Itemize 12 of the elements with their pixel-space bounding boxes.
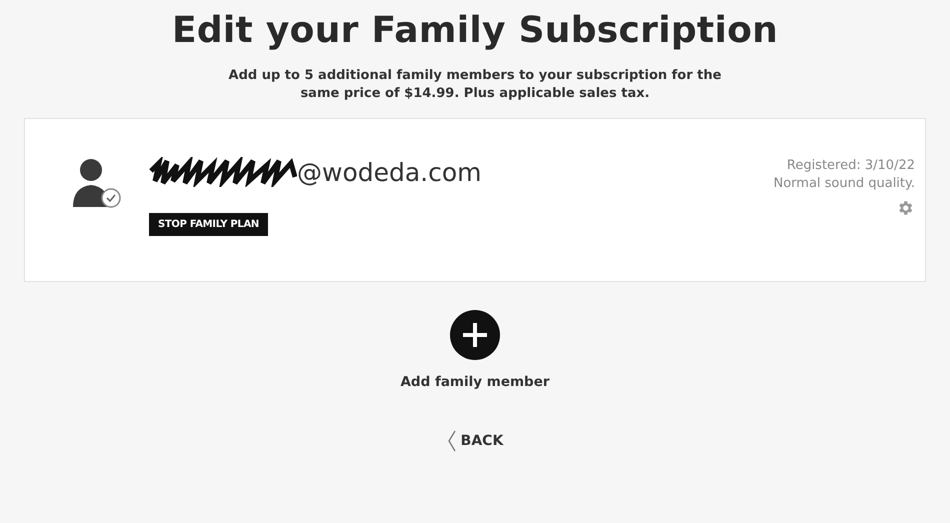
add-member-button[interactable] bbox=[450, 310, 500, 360]
page-title: Edit your Family Subscription bbox=[172, 10, 778, 51]
back-link[interactable]: BACK bbox=[446, 430, 504, 452]
sound-quality: Normal sound quality. bbox=[773, 175, 915, 193]
registered-date: Registered: 3/10/22 bbox=[786, 157, 915, 175]
back-label: BACK bbox=[460, 433, 504, 449]
subtitle: Add up to 5 additional family members to your subscription for the same price of $14.99. Plus applicable sales tax. bbox=[228, 67, 722, 103]
chevron-left-icon bbox=[446, 430, 457, 452]
add-member-label: Add family member bbox=[400, 374, 550, 390]
plus-icon bbox=[461, 321, 489, 349]
stop-family-plan-button[interactable]: STOP FAMILY PLAN bbox=[149, 213, 268, 236]
member-email: @wodeda.com bbox=[297, 158, 482, 186]
